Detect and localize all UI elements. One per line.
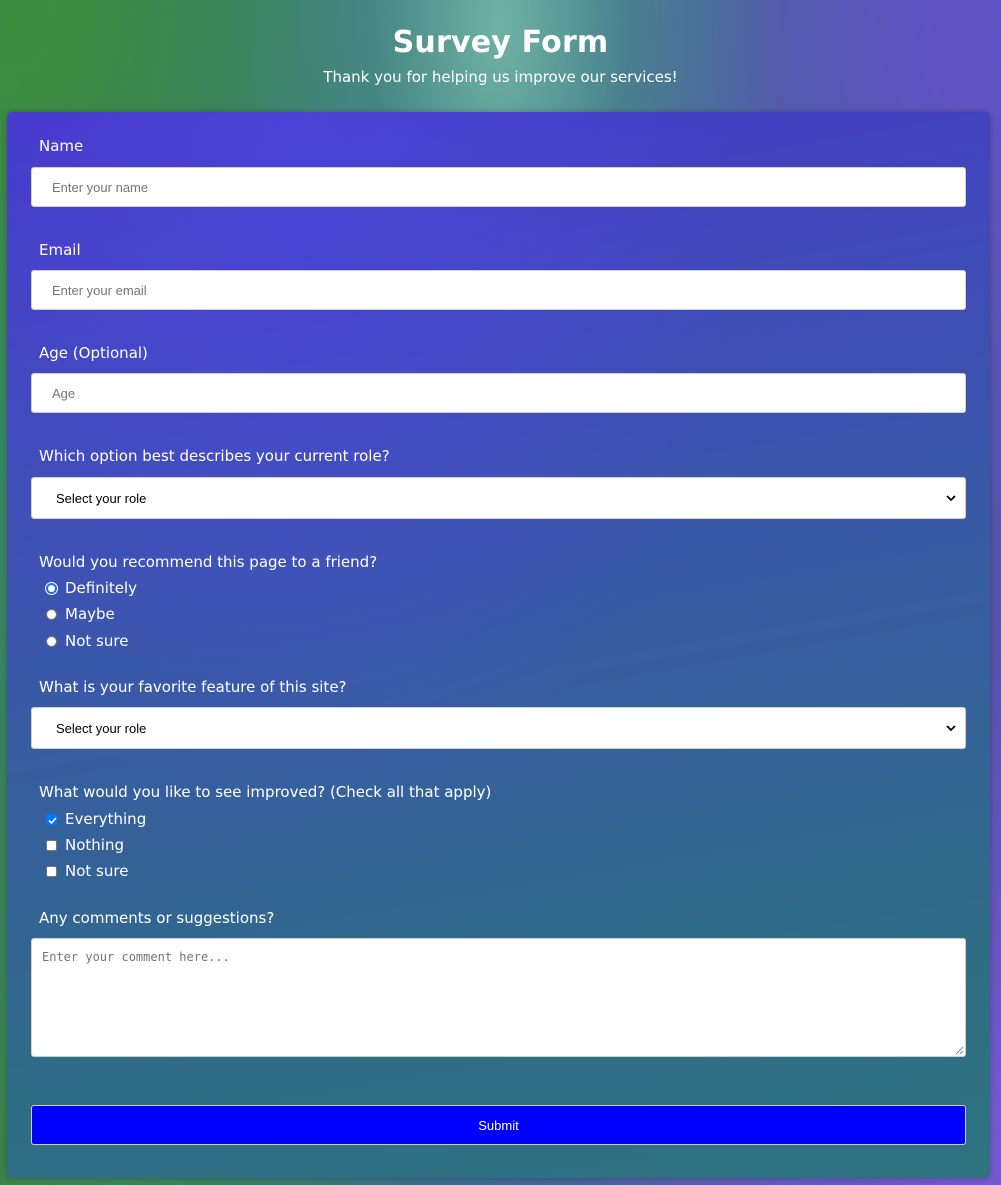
radio-button[interactable] [46,635,57,647]
role-select-value: Select your role [56,490,147,506]
age-input[interactable] [31,373,966,413]
checkbox-option-not-sure[interactable]: Not sure [46,861,128,881]
checkbox-option-nothing[interactable]: Nothing [46,835,124,855]
radio-option-not-sure[interactable]: Not sure [46,631,128,651]
recommend-label: Would you recommend this page to a frien… [39,553,378,571]
role-label: Which option best describes your current… [39,447,390,465]
check-icon [48,816,57,824]
email-label: Email [39,241,81,259]
radio-option-definitely[interactable]: Definitely [46,578,137,598]
chevron-down-icon [946,725,956,732]
improve-label: What would you like to see improved? (Ch… [39,783,492,801]
page-subtitle: Thank you for helping us improve our ser… [323,68,678,86]
checkbox-label: Everything [65,810,147,828]
radio-label: Definitely [65,579,138,597]
chevron-down-icon [946,495,956,502]
checkbox-option-everything[interactable]: Everything [46,809,146,829]
name-label: Name [39,137,84,155]
comments-label: Any comments or suggestions? [39,909,275,927]
favorite-select-value: Select your role [56,720,147,736]
radio-button[interactable] [46,582,57,594]
age-label: Age (Optional) [39,344,148,362]
radio-option-maybe[interactable]: Maybe [46,604,115,624]
favorite-feature-label: What is your favorite feature of this si… [39,678,347,696]
radio-button[interactable] [46,608,57,620]
survey-form: Name Email Age (Optional) Which option b… [7,112,990,1178]
page-title: Survey Form [392,25,609,60]
checkbox[interactable] [46,813,57,825]
resize-grip-icon[interactable] [955,1046,964,1055]
checkbox[interactable] [46,839,57,851]
role-select[interactable]: Select your role [31,477,966,519]
radio-label: Not sure [65,632,129,650]
submit-button[interactable]: Submit [31,1105,966,1145]
email-input[interactable] [31,270,966,310]
checkbox-label: Not sure [65,862,129,880]
name-input[interactable] [31,167,966,207]
checkbox-label: Nothing [65,836,124,854]
favorite-feature-select[interactable]: Select your role [31,707,966,749]
comments-textarea[interactable] [31,938,966,1057]
checkbox[interactable] [46,865,57,877]
radio-label: Maybe [65,605,115,623]
